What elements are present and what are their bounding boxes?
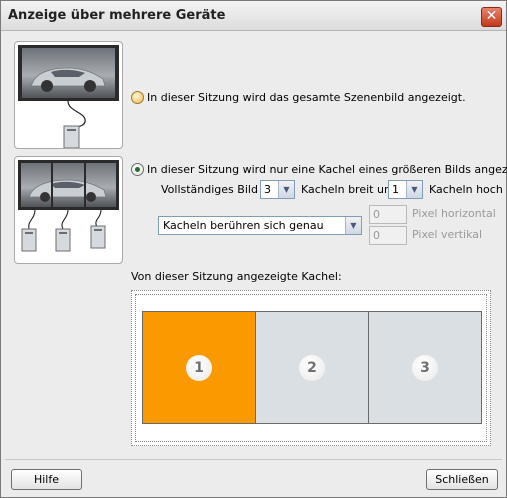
tiled-display-thumbnail <box>14 156 123 264</box>
tiles-wide-value: 3 <box>264 183 271 196</box>
pixel-vertical-value: 0 <box>373 229 380 242</box>
monitor-with-car-and-one-tower-icon <box>18 45 119 149</box>
close-icon[interactable]: ✕ <box>481 7 502 27</box>
tile-overlap-select[interactable]: Kacheln berühren sich genau ▼ <box>158 216 362 235</box>
chevron-down-icon[interactable]: ▼ <box>345 217 361 234</box>
tiles-high-value: 1 <box>392 183 399 196</box>
tile-image-label[interactable]: In dieser Sitzung wird nur eine Kachel e… <box>147 163 507 176</box>
full-image-label[interactable]: In dieser Sitzung wird das gesamte Szene… <box>147 91 466 104</box>
tiles-high-label: Kacheln hoch <box>429 183 503 196</box>
tile-1[interactable]: 1 <box>142 311 256 424</box>
tiles-wide-select[interactable]: 3 ▼ <box>260 180 295 199</box>
tile-1-number: 1 <box>186 354 212 381</box>
tile-3[interactable]: 3 <box>368 311 482 424</box>
tile-selector-heading: Von dieser Sitzung angezeigte Kachel: <box>131 270 342 283</box>
tiles-wide-label: Kacheln breit und <box>301 183 398 196</box>
tile-3-number: 3 <box>412 354 438 381</box>
single-display-thumbnail <box>14 41 123 149</box>
title-bar: Anzeige über mehrere Geräte ✕ <box>1 1 506 31</box>
full-image-radio[interactable] <box>131 91 144 104</box>
three-monitors-with-car-and-three-towers-icon <box>18 160 119 252</box>
footer-divider <box>5 459 502 460</box>
tile-2-number: 2 <box>299 354 325 381</box>
dialog-title: Anzeige über mehrere Geräte <box>8 8 226 23</box>
chevron-down-icon[interactable]: ▼ <box>406 181 422 198</box>
tile-image-radio[interactable] <box>131 163 144 176</box>
full-image-size-label: Vollständiges Bild ist <box>161 183 275 196</box>
pixel-vertical-label: Pixel vertikal <box>412 228 483 241</box>
help-button[interactable]: Hilfe <box>11 469 82 490</box>
dialog-window: Anzeige über mehrere Geräte ✕ In dieser <box>0 0 507 498</box>
chevron-down-icon[interactable]: ▼ <box>278 181 294 198</box>
tile-2[interactable]: 2 <box>255 311 369 424</box>
tile-overlap-value: Kacheln berühren sich genau <box>163 219 324 232</box>
close-button[interactable]: Schließen <box>426 469 498 490</box>
pixel-horizontal-label: Pixel horizontal <box>412 207 496 220</box>
tiles-high-select[interactable]: 1 ▼ <box>388 180 423 199</box>
pixel-horizontal-input[interactable]: 0 <box>369 205 407 224</box>
pixel-horizontal-value: 0 <box>373 208 380 221</box>
pixel-vertical-input[interactable]: 0 <box>369 226 407 245</box>
